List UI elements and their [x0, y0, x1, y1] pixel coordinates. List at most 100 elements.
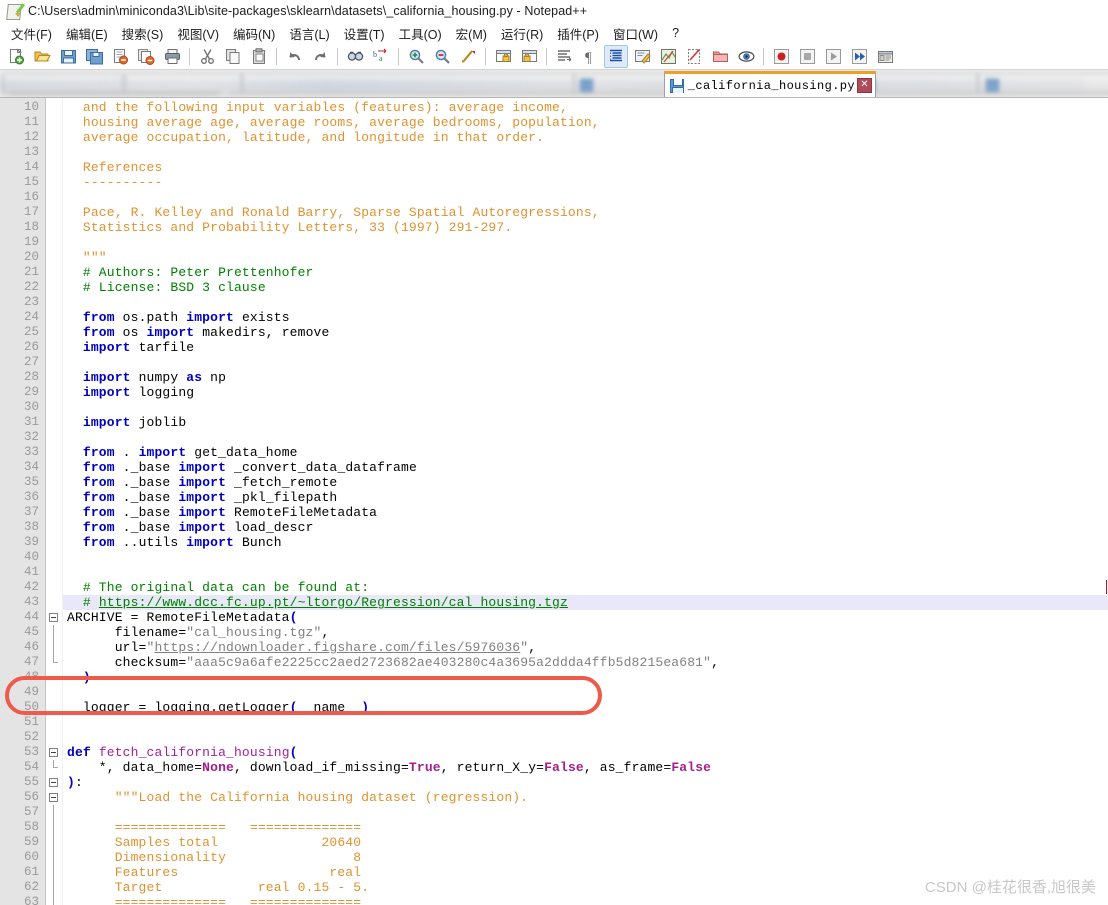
code-line[interactable]: import logging: [63, 385, 1108, 400]
menu-settings[interactable]: 设置(T): [337, 22, 392, 45]
zoom-out-icon[interactable]: [430, 45, 454, 68]
paragraph-mark-icon[interactable]: ¶: [578, 45, 602, 68]
blurred-tabs-region[interactable]: [0, 70, 1108, 97]
code-line[interactable]: [63, 400, 1108, 415]
code-line[interactable]: [63, 805, 1108, 820]
code-line[interactable]: from ..utils import Bunch: [63, 535, 1108, 550]
code-line[interactable]: ----------: [63, 175, 1108, 190]
menu-run[interactable]: 运行(R): [494, 22, 550, 45]
menu-macro[interactable]: 宏(M): [449, 22, 494, 45]
fold-margin[interactable]: [46, 98, 63, 905]
menu-help[interactable]: ?: [665, 24, 686, 42]
code-line[interactable]: ARCHIVE = RemoteFileMetadata(: [63, 610, 1108, 625]
code-line[interactable]: """Load the California housing dataset (…: [63, 790, 1108, 805]
code-line[interactable]: ): [63, 670, 1108, 685]
menu-window[interactable]: 窗口(W): [606, 22, 665, 45]
monitoring-eye-icon[interactable]: [734, 45, 758, 68]
code-line[interactable]: import numpy as np: [63, 370, 1108, 385]
code-line[interactable]: [63, 730, 1108, 745]
menu-language[interactable]: 语言(L): [282, 22, 336, 45]
word-wrap-icon[interactable]: [491, 45, 515, 68]
code-line[interactable]: """: [63, 250, 1108, 265]
print-icon[interactable]: [160, 45, 184, 68]
menu-edit[interactable]: 编辑(E): [59, 22, 115, 45]
save-macro-icon[interactable]: [873, 45, 897, 68]
close-x-icon[interactable]: ✕: [857, 78, 872, 93]
code-line[interactable]: [63, 565, 1108, 580]
code-line[interactable]: References: [63, 160, 1108, 175]
copy-icon[interactable]: [221, 45, 245, 68]
code-line[interactable]: ============== ==============: [63, 820, 1108, 835]
user-lang-icon[interactable]: [630, 45, 654, 68]
indent-guide-icon[interactable]: [552, 45, 576, 68]
fold-marker[interactable]: [46, 745, 62, 760]
folder-as-workspace-icon[interactable]: [708, 45, 732, 68]
code-line[interactable]: from ._base import _fetch_remote: [63, 475, 1108, 490]
code-area[interactable]: and the following input variables (featu…: [63, 98, 1108, 905]
code-line[interactable]: [63, 295, 1108, 310]
code-line[interactable]: import tarfile: [63, 340, 1108, 355]
code-line[interactable]: Statistics and Probability Letters, 33 (…: [63, 220, 1108, 235]
code-line[interactable]: [63, 550, 1108, 565]
code-line[interactable]: from ._base import RemoteFileMetadata: [63, 505, 1108, 520]
code-line[interactable]: [63, 145, 1108, 160]
save-icon[interactable]: [56, 45, 80, 68]
code-line[interactable]: url= "https://ndownloader.figshare.com/fi…: [63, 640, 1108, 655]
menu-encoding[interactable]: 编码(N): [226, 22, 282, 45]
code-line[interactable]: # The original data can be found at:: [63, 580, 1108, 595]
replace-icon[interactable]: ba: [369, 45, 393, 68]
menu-file[interactable]: 文件(F): [4, 22, 59, 45]
close-all-icon[interactable]: [134, 45, 158, 68]
close-file-icon[interactable]: [108, 45, 132, 68]
code-line[interactable]: # Authors: Peter Prettenhofer: [63, 265, 1108, 280]
fold-marker[interactable]: [46, 610, 62, 625]
show-indent-guide-icon[interactable]: [604, 45, 628, 68]
code-line[interactable]: Dimensionality 8: [63, 850, 1108, 865]
code-line[interactable]: average occupation, latitude, and longit…: [63, 130, 1108, 145]
code-line[interactable]: import joblib: [63, 415, 1108, 430]
play-multiple-macro-icon[interactable]: [847, 45, 871, 68]
code-line[interactable]: [63, 235, 1108, 250]
paste-icon[interactable]: [247, 45, 271, 68]
code-line[interactable]: housing average age, average rooms, aver…: [63, 115, 1108, 130]
code-line[interactable]: # License: BSD 3 clause: [63, 280, 1108, 295]
new-file-icon[interactable]: [4, 45, 28, 68]
record-macro-icon[interactable]: [769, 45, 793, 68]
code-line[interactable]: Samples total 20640: [63, 835, 1108, 850]
code-line[interactable]: from ._base import load_descr: [63, 520, 1108, 535]
doc-map-icon[interactable]: [656, 45, 680, 68]
code-line[interactable]: def fetch_california_housing(: [63, 745, 1108, 760]
menu-search[interactable]: 搜索(S): [115, 22, 171, 45]
undo-icon[interactable]: [282, 45, 306, 68]
code-line[interactable]: *, data_home=None, download_if_missing=T…: [63, 760, 1108, 775]
menu-plugins[interactable]: 插件(P): [550, 22, 606, 45]
code-line[interactable]: from os import makedirs, remove: [63, 325, 1108, 340]
menu-tools[interactable]: 工具(O): [392, 22, 449, 45]
code-line[interactable]: ):: [63, 775, 1108, 790]
save-all-icon[interactable]: [82, 45, 106, 68]
code-line[interactable]: from os.path import exists: [63, 310, 1108, 325]
code-editor[interactable]: 10 11 12 13 14 15 16 17 18 19 20 21 22 23 24 25 26 27 28 29…: [0, 98, 1108, 905]
code-line[interactable]: and the following input variables (featu…: [63, 100, 1108, 115]
zoom-in-icon[interactable]: [404, 45, 428, 68]
all-chars-icon[interactable]: [517, 45, 541, 68]
code-line[interactable]: logger = logging.getLogger(__name__): [63, 700, 1108, 715]
code-line[interactable]: [63, 715, 1108, 730]
menu-view[interactable]: 视图(V): [170, 22, 226, 45]
code-line[interactable]: from ._base import _convert_data_datafra…: [63, 460, 1108, 475]
fold-marker[interactable]: [46, 775, 62, 790]
code-line[interactable]: [63, 430, 1108, 445]
code-line[interactable]: checksum= "aaa5c9a6afe2225cc2aed2723682ae…: [63, 655, 1108, 670]
sync-scroll-icon[interactable]: [456, 45, 480, 68]
tab-california-housing[interactable]: _california_housing.py ✕: [663, 71, 876, 97]
code-line[interactable]: filename="cal_housing.tgz",: [63, 625, 1108, 640]
code-line[interactable]: [63, 685, 1108, 700]
code-line[interactable]: [63, 355, 1108, 370]
code-line[interactable]: Pace, R. Kelley and Ronald Barry, Sparse…: [63, 205, 1108, 220]
cut-icon[interactable]: [195, 45, 219, 68]
code-line[interactable]: [63, 190, 1108, 205]
code-line[interactable]: from ._base import _pkl_filepath: [63, 490, 1108, 505]
stop-macro-icon[interactable]: [795, 45, 819, 68]
play-macro-icon[interactable]: [821, 45, 845, 68]
find-icon[interactable]: [343, 45, 367, 68]
